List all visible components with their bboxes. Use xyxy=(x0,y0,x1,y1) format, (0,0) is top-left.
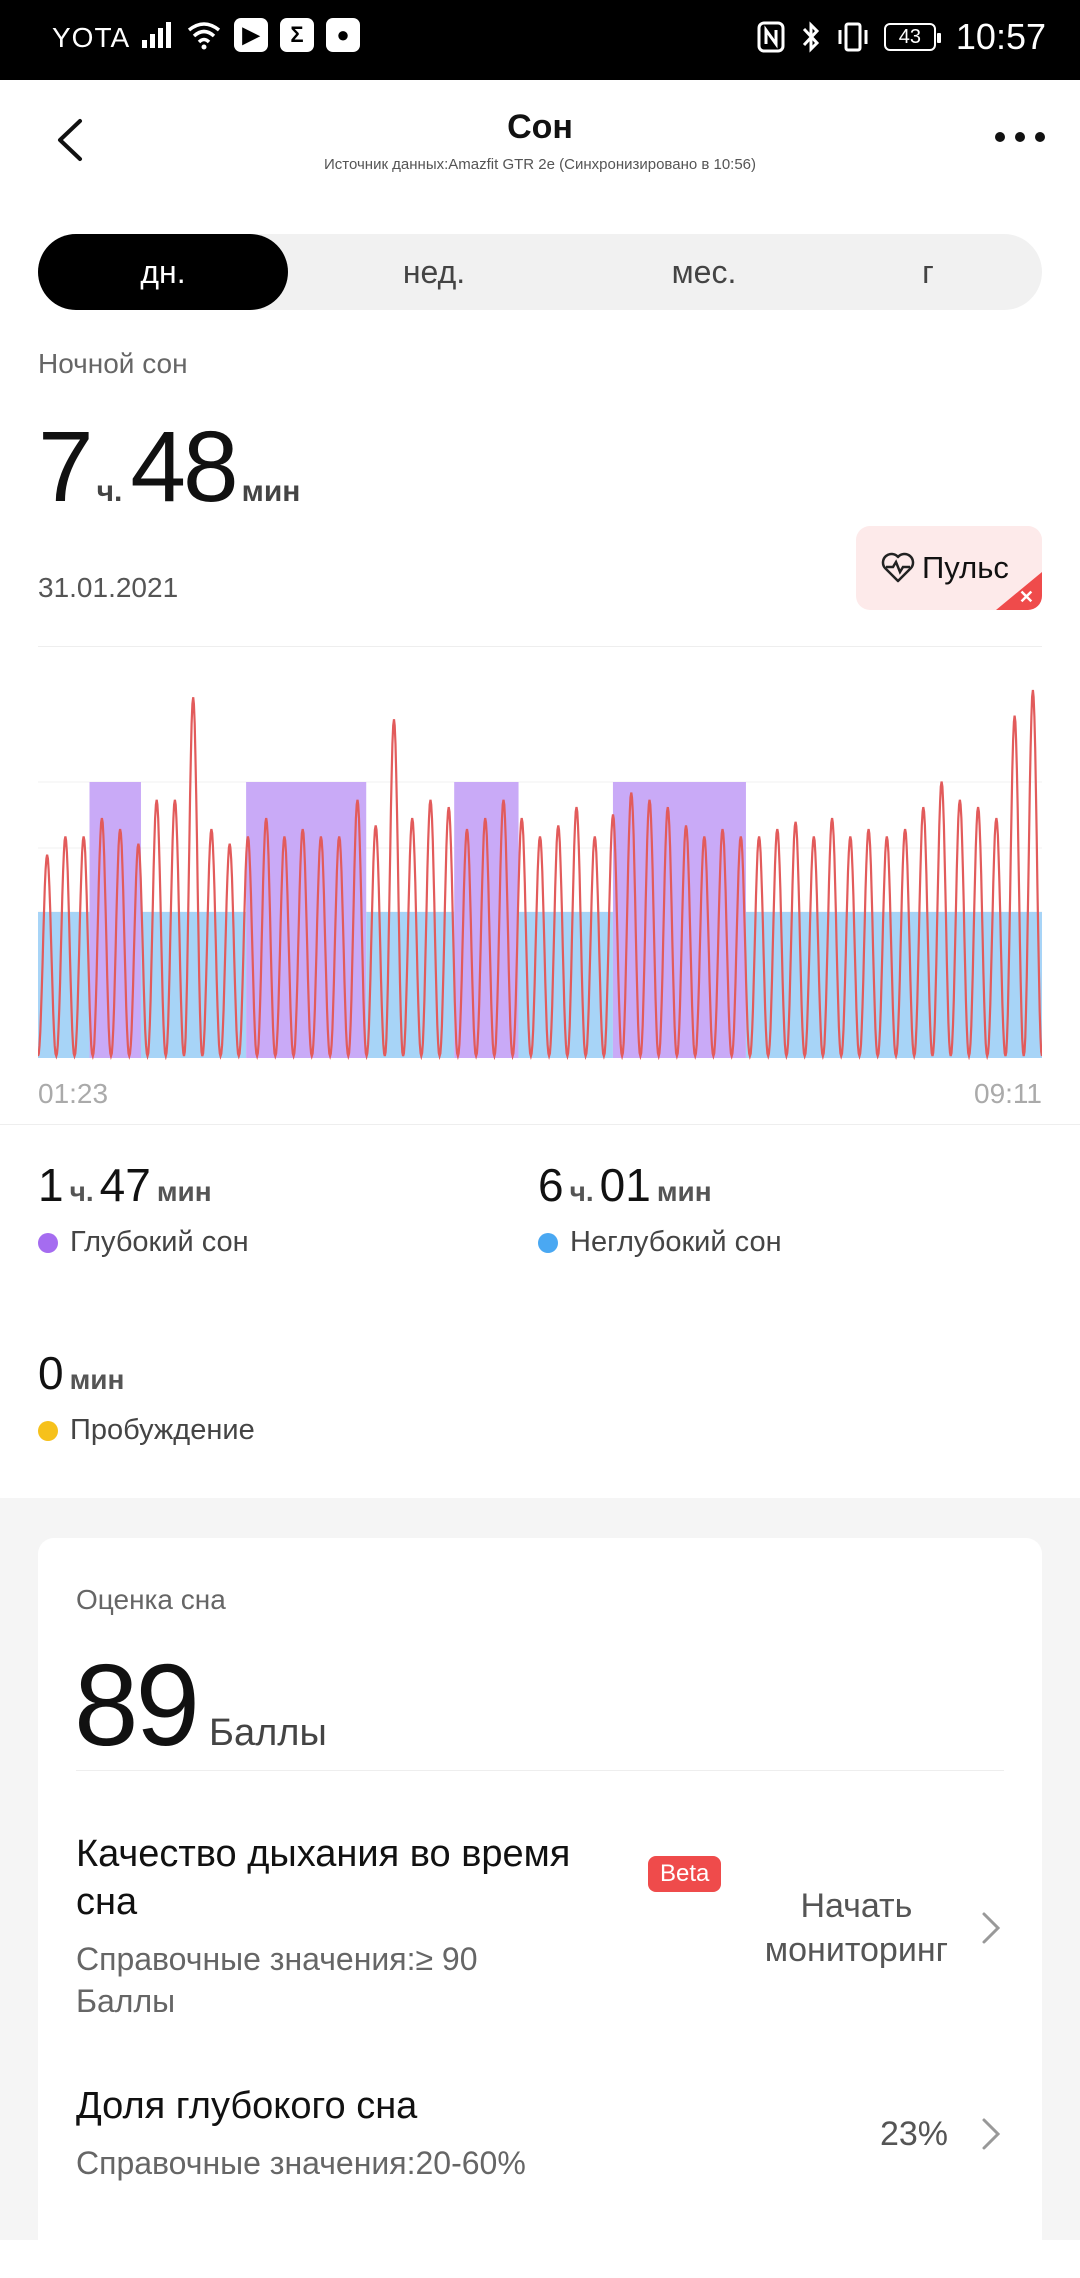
start-monitoring-line1: Начать xyxy=(800,1887,913,1925)
deep-minutes: 47 xyxy=(99,1159,151,1211)
heart-pulse-icon xyxy=(881,552,915,583)
tab-week[interactable]: нед. xyxy=(334,234,534,310)
minutes-unit: мин xyxy=(241,475,301,508)
start-monitoring-link[interactable]: Начать мониторинг xyxy=(765,1884,948,1972)
status-right: 43 10:57 xyxy=(756,16,1046,58)
more-options-icon[interactable] xyxy=(988,122,1052,152)
awake-label: Пробуждение xyxy=(70,1414,255,1446)
breathing-title-line2: сна xyxy=(76,1881,138,1923)
deep-share-ref: Справочные значения:20-60% xyxy=(76,2145,526,2181)
nfc-icon xyxy=(757,21,785,53)
start-monitoring-line2: мониторинг xyxy=(764,1931,948,1969)
deep-share-value: 23% xyxy=(879,2115,948,2153)
hours-unit: ч. xyxy=(96,475,123,508)
beta-badge: Beta xyxy=(648,1856,722,1892)
awake-minutes: 0 xyxy=(38,1347,64,1399)
breathing-ref-line2: Баллы xyxy=(76,1983,176,2019)
page-title: Сон xyxy=(507,108,573,146)
data-source-subtitle: Источник данных:Amazfit GTR 2e (Синхрони… xyxy=(323,156,757,173)
divider xyxy=(0,1124,1080,1125)
total-minutes: 48 xyxy=(130,411,238,523)
deep-minutes-unit: мин xyxy=(156,1176,212,1207)
sleep-stage-chart xyxy=(38,689,1042,1060)
light-sleep-label: Неглубокий сон xyxy=(570,1226,782,1258)
deep-share-title: Доля глубокого сна xyxy=(76,2085,418,2127)
breathing-title-line1: Качество дыхания во время xyxy=(76,1833,571,1875)
wifi-icon xyxy=(187,22,221,50)
light-minutes: 01 xyxy=(599,1159,651,1211)
youtube-icon: ▶ xyxy=(234,18,268,52)
sleep-score-label: Оценка сна xyxy=(76,1584,226,1615)
divider xyxy=(76,1770,1004,1771)
total-hours: 7 xyxy=(38,411,94,523)
deep-hours: 1 xyxy=(38,1159,64,1211)
close-icon: ✕ xyxy=(1018,587,1034,607)
total-sleep-time: 7 ч. 48 мин xyxy=(38,410,308,525)
night-sleep-label: Ночной сон xyxy=(38,348,188,379)
awake-minutes-unit: мин xyxy=(69,1364,125,1395)
tab-year[interactable]: г xyxy=(868,234,988,310)
chat-app-icon: ● xyxy=(326,18,360,52)
sleep-score-unit: Баллы xyxy=(209,1712,327,1754)
breathing-ref-line1: Справочные значения:≥ 90 xyxy=(76,1941,478,1977)
chart-start-time: 01:23 xyxy=(38,1078,109,1109)
deep-sleep-stat: 1 ч. 47 мин Глубокий сон xyxy=(38,1158,249,1259)
divider xyxy=(38,646,1042,647)
carrier-name: YOTA xyxy=(52,22,131,53)
clock: 10:57 xyxy=(955,16,1046,57)
light-minutes-unit: мин xyxy=(656,1176,712,1207)
sleep-score-value: 89 xyxy=(74,1640,200,1770)
sleep-date: 31.01.2021 xyxy=(38,572,179,603)
light-sleep-block xyxy=(140,912,247,1058)
light-hours-unit: ч. xyxy=(569,1176,594,1207)
status-bar: YOTA ▶ Σ ● 43 10:57 xyxy=(0,0,1080,80)
period-tabs: дн. нед. мес. г xyxy=(38,234,1042,310)
light-sleep-block xyxy=(38,912,90,1058)
light-hours: 6 xyxy=(538,1159,564,1211)
light-sleep-dot xyxy=(538,1232,558,1253)
awake-dot xyxy=(38,1420,58,1441)
sleep-score-card: Оценка сна 89 Баллы Качество дыхания во … xyxy=(38,1538,1042,2278)
tab-day[interactable]: дн. xyxy=(38,234,288,310)
signal-icon xyxy=(142,22,171,48)
deep-sleep-label: Глубокий сон xyxy=(70,1226,249,1258)
awake-stat: 0 мин Пробуждение xyxy=(38,1346,255,1447)
sleep-score: 89 Баллы xyxy=(74,1638,327,1772)
chevron-right-icon[interactable] xyxy=(980,2114,1002,2154)
bluetooth-icon xyxy=(802,21,819,53)
deep-hours-unit: ч. xyxy=(69,1176,94,1207)
battery-indicator: 43 xyxy=(883,23,941,51)
status-left-icons: ▶ Σ ● xyxy=(140,18,360,52)
chart-end-time: 09:11 xyxy=(974,1078,1042,1109)
chevron-right-icon[interactable] xyxy=(980,1908,1002,1948)
vibrate-icon xyxy=(838,22,868,52)
light-sleep-stat: 6 ч. 01 мин Неглубокий сон xyxy=(538,1158,782,1259)
sigma-app-icon: Σ xyxy=(280,18,314,52)
tab-month[interactable]: мес. xyxy=(594,234,814,310)
pulse-toggle-button[interactable]: Пульс ✕ xyxy=(856,526,1042,610)
deep-sleep-dot xyxy=(38,1232,58,1253)
